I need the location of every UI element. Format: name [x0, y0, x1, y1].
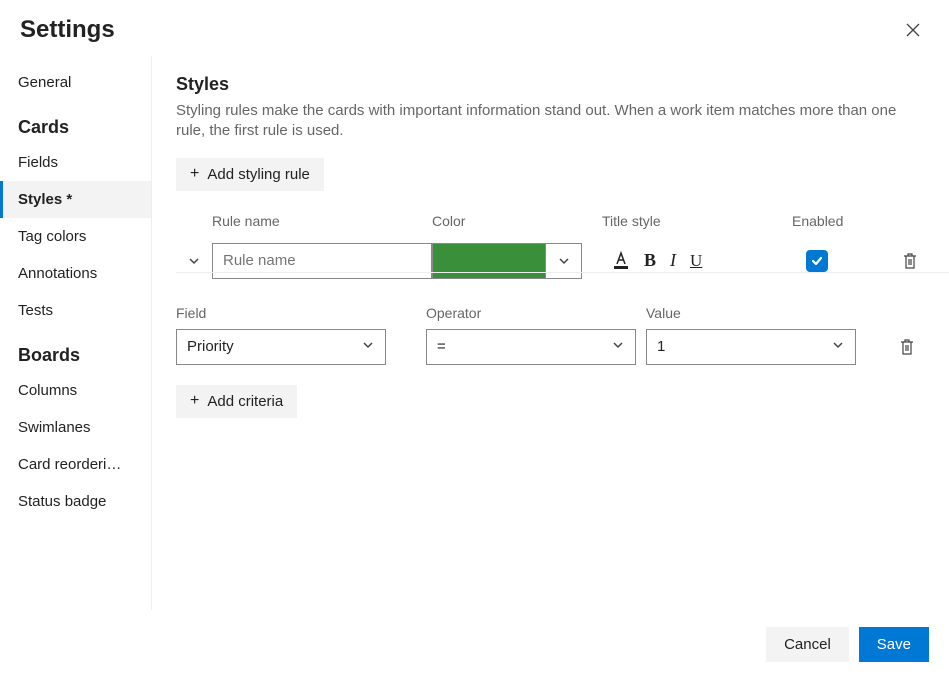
styling-rule-row: B I U: [176, 243, 925, 279]
underline-button[interactable]: U: [690, 251, 702, 271]
plus-icon: +: [190, 166, 199, 182]
plus-icon: +: [190, 393, 199, 409]
divider: [176, 272, 949, 273]
settings-dialog: Settings General Cards Fields Styles * T…: [0, 0, 949, 674]
dialog-body: General Cards Fields Styles * Tag colors…: [0, 56, 949, 610]
sidebar-item-styles[interactable]: Styles *: [0, 181, 151, 218]
delete-criteria-button[interactable]: [889, 338, 925, 356]
bold-button[interactable]: B: [644, 250, 656, 271]
sidebar-item-general[interactable]: General: [0, 64, 151, 101]
panel-title: Styles: [176, 74, 925, 95]
dialog-footer: Cancel Save: [0, 614, 949, 674]
delete-rule-button[interactable]: [892, 252, 928, 270]
criteria-operator-value: =: [437, 338, 446, 355]
cancel-button[interactable]: Cancel: [766, 627, 849, 662]
font-color-button[interactable]: [612, 251, 630, 271]
criteria-field-select[interactable]: Priority: [176, 329, 386, 365]
criteria-field-value: Priority: [187, 338, 234, 355]
main-panel: Styles Styling rules make the cards with…: [152, 56, 949, 610]
panel-description: Styling rules make the cards with import…: [176, 101, 906, 142]
sidebar-group-boards: Boards: [0, 329, 151, 372]
enabled-checkbox[interactable]: [806, 250, 828, 272]
sidebar-item-tests[interactable]: Tests: [0, 292, 151, 329]
save-button[interactable]: Save: [859, 627, 929, 662]
close-icon: [905, 22, 921, 38]
trash-icon: [902, 252, 918, 270]
criteria-row: Priority = 1: [176, 329, 925, 365]
sidebar-item-card-reordering[interactable]: Card reorderi…: [0, 446, 151, 483]
chevron-down-icon: [187, 254, 201, 268]
rule-columns-header: Rule name Color Title style Enabled: [176, 213, 925, 229]
col-color: Color: [432, 213, 602, 229]
add-styling-rule-label: Add styling rule: [207, 166, 310, 183]
italic-button[interactable]: I: [670, 250, 676, 271]
chevron-down-icon: [361, 338, 375, 352]
col-rule-name: Rule name: [212, 213, 432, 229]
sidebar: General Cards Fields Styles * Tag colors…: [0, 56, 152, 610]
chevron-down-icon: [831, 338, 845, 352]
sidebar-item-status-badge[interactable]: Status badge: [0, 483, 151, 520]
chevron-down-icon: [611, 338, 625, 352]
col-value: Value: [646, 305, 866, 321]
close-button[interactable]: [897, 14, 929, 46]
criteria-columns-header: Field Operator Value: [176, 305, 925, 321]
rule-name-input[interactable]: [212, 243, 432, 279]
expand-rule-toggle[interactable]: [176, 254, 212, 268]
add-criteria-label: Add criteria: [207, 393, 283, 410]
col-operator: Operator: [426, 305, 646, 321]
sidebar-item-swimlanes[interactable]: Swimlanes: [0, 409, 151, 446]
font-color-icon: [612, 251, 630, 271]
sidebar-item-columns[interactable]: Columns: [0, 372, 151, 409]
check-icon: [810, 254, 824, 268]
add-styling-rule-button[interactable]: + Add styling rule: [176, 158, 324, 191]
trash-icon: [899, 338, 915, 356]
sidebar-item-fields[interactable]: Fields: [0, 144, 151, 181]
criteria-operator-select[interactable]: =: [426, 329, 636, 365]
chevron-down-icon: [557, 254, 571, 268]
titlebar: Settings: [0, 0, 949, 56]
col-title-style: Title style: [602, 213, 792, 229]
criteria-value-select[interactable]: 1: [646, 329, 856, 365]
title-style-toolbar: B I U: [602, 250, 792, 271]
add-criteria-button[interactable]: + Add criteria: [176, 385, 297, 418]
col-enabled: Enabled: [792, 213, 892, 229]
col-field: Field: [176, 305, 426, 321]
sidebar-item-annotations[interactable]: Annotations: [0, 255, 151, 292]
rule-color-picker[interactable]: [432, 243, 582, 279]
sidebar-group-cards: Cards: [0, 101, 151, 144]
dialog-title: Settings: [20, 16, 115, 44]
criteria-value-value: 1: [657, 338, 665, 355]
sidebar-item-tag-colors[interactable]: Tag colors: [0, 218, 151, 255]
